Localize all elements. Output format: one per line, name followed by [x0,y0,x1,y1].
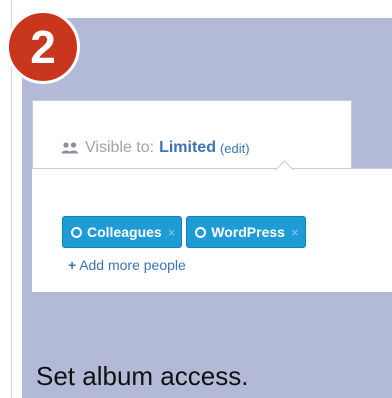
people-icon [61,142,78,154]
close-icon[interactable]: × [291,225,299,240]
visibility-tab: Visible to: Limited (edit) [32,100,352,176]
chip-label: Colleagues [87,224,162,240]
visible-to-label: Visible to: [85,139,155,156]
chip-colleagues[interactable]: Colleagues × [62,216,183,248]
chip-label: WordPress [211,224,285,240]
edit-visibility-link[interactable]: (edit) [220,141,250,156]
visibility-header: Visible to: Limited (edit) [61,139,250,157]
circle-icon [195,226,207,238]
close-icon[interactable]: × [168,225,176,240]
share-people-box: Colleagues × WordPress × + Add more peopl… [32,168,392,292]
plus-icon: + [68,257,77,273]
chip-wordpress[interactable]: WordPress × [186,216,306,248]
add-more-people-label: Add more people [79,257,186,273]
chips-row: Colleagues × WordPress × [62,216,306,248]
step-number: 2 [30,21,56,73]
tutorial-step-panel: Visible to: Limited (edit) Colleagues × … [22,18,392,398]
step-number-badge: 2 [6,10,80,84]
circle-icon [71,226,82,238]
visibility-value[interactable]: Limited [159,139,216,157]
add-more-people-link[interactable]: + Add more people [68,257,186,273]
step-caption: Set album access. [36,361,249,391]
